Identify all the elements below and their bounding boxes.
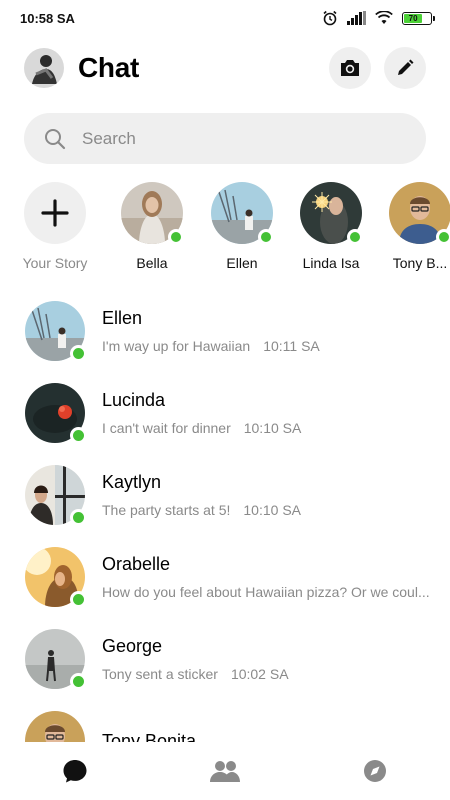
- add-story-button[interactable]: [24, 182, 86, 244]
- story-tony-bonita[interactable]: Tony B...: [380, 182, 450, 271]
- chat-time: 10:11 SA: [263, 338, 320, 354]
- story-your-story[interactable]: Your Story: [15, 182, 95, 271]
- header-actions: [329, 47, 426, 89]
- search-bar[interactable]: [24, 113, 426, 164]
- chat-name: Tony Bonita: [102, 730, 197, 743]
- online-indicator: [70, 591, 87, 608]
- chat-row-orabelle[interactable]: Orabelle How do you feel about Hawaiian …: [0, 536, 450, 618]
- avatar: [25, 465, 87, 526]
- compose-button[interactable]: [384, 47, 426, 89]
- wifi-icon: [375, 11, 393, 24]
- nav-discover[interactable]: [300, 742, 450, 800]
- chat-time: 10:10 SA: [243, 502, 301, 518]
- avatar: [25, 301, 87, 362]
- nav-chats[interactable]: [0, 742, 150, 800]
- bottom-nav: [0, 742, 450, 800]
- chat-name: George: [102, 636, 163, 656]
- search-input[interactable]: [82, 128, 382, 149]
- online-indicator: [436, 229, 450, 245]
- story-name: Linda Isa: [302, 255, 360, 271]
- chat-row-lucinda[interactable]: Lucinda I can't wait for dinner 10:10 SA: [0, 372, 450, 454]
- chat-row-tony-bonita[interactable]: Tony Bonita: [0, 700, 450, 742]
- people-icon: [210, 761, 240, 782]
- story-name: Ellen: [226, 255, 258, 271]
- chat-message: How do you feel about Hawaiian pizza? Or…: [102, 584, 430, 600]
- chat-list: Ellen I'm way up for Hawaiian 10:11 SA Lu…: [0, 290, 450, 742]
- avatar[interactable]: [24, 48, 64, 88]
- header: Chat: [24, 47, 426, 89]
- plus-icon: [41, 199, 69, 227]
- chat-name: Orabelle: [102, 554, 171, 574]
- avatar: [25, 711, 85, 742]
- story-name: Bella: [136, 255, 168, 271]
- chat-name: Kaytlyn: [102, 472, 162, 492]
- online-indicator: [347, 229, 363, 245]
- nav-people[interactable]: [150, 742, 300, 800]
- story-bella[interactable]: Bella: [112, 182, 192, 271]
- avatar: [25, 547, 87, 608]
- avatar: [25, 629, 87, 690]
- online-indicator: [70, 427, 87, 444]
- online-indicator: [70, 345, 87, 362]
- story-name: Your Story: [22, 255, 88, 271]
- chat-time: 10:02 SA: [230, 666, 289, 682]
- chat-name: Lucinda: [102, 390, 166, 410]
- chat-message: The party starts at 5!: [102, 502, 231, 518]
- chat-message: I'm way up for Hawaiian: [102, 338, 251, 354]
- battery-icon: 70: [402, 11, 435, 25]
- online-indicator: [168, 229, 184, 245]
- story-avatar: [121, 182, 184, 245]
- chat-message: Tony sent a sticker: [102, 666, 218, 682]
- online-indicator: [258, 229, 274, 245]
- chat-preview: I'm way up for Hawaiian 10:11 SA: [102, 338, 435, 354]
- story-ellen[interactable]: Ellen: [202, 182, 282, 271]
- story-linda-isa[interactable]: Linda Isa: [291, 182, 371, 271]
- stories-row: Your Story Bella Ellen Linda Isa Tony B.…: [0, 182, 450, 274]
- story-avatar: [389, 182, 450, 245]
- status-icons: 70: [322, 10, 435, 26]
- chat-preview: I can't wait for dinner 10:10 SA: [102, 420, 435, 436]
- online-indicator: [70, 509, 87, 526]
- search-icon: [45, 128, 66, 149]
- camera-button[interactable]: [329, 47, 371, 89]
- chat-row-george[interactable]: George Tony sent a sticker 10:02 SA: [0, 618, 450, 700]
- pencil-icon: [398, 59, 414, 75]
- battery-level: 70: [404, 13, 423, 23]
- status-time: 10:58 SA: [20, 10, 75, 26]
- alarm-icon: [323, 10, 337, 26]
- story-avatar: [211, 182, 274, 245]
- chat-time: 10:10 SA: [243, 420, 302, 436]
- chat-bubble-icon: [63, 760, 87, 783]
- story-avatar: [300, 182, 363, 245]
- chat-name: Ellen: [102, 308, 143, 328]
- compass-icon: [364, 760, 386, 782]
- signal-icon: [347, 11, 366, 25]
- chat-row-kaytlyn[interactable]: Kaytlyn The party starts at 5! 10:10 SA: [0, 454, 450, 536]
- chat-message: I can't wait for dinner: [102, 420, 231, 436]
- chat-preview: Tony sent a sticker 10:02 SA: [102, 666, 435, 682]
- chat-preview: The party starts at 5! 10:10 SA: [102, 502, 435, 518]
- chat-row-ellen[interactable]: Ellen I'm way up for Hawaiian 10:11 SA: [0, 290, 450, 372]
- chat-preview: How do you feel about Hawaiian pizza? Or…: [102, 584, 435, 600]
- online-indicator: [70, 673, 87, 690]
- story-name: Tony B...: [392, 255, 448, 271]
- page-title: Chat: [78, 52, 140, 83]
- status-bar: 10:58 SA 70: [0, 0, 450, 36]
- avatar: [25, 383, 87, 444]
- camera-icon: [341, 60, 359, 76]
